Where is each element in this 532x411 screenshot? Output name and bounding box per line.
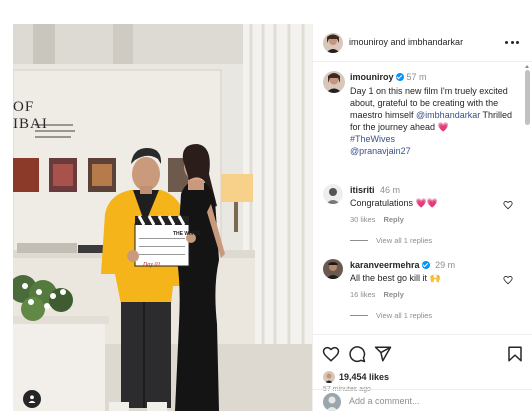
caption-username-row: imouniroy 57 m bbox=[350, 72, 427, 82]
view-replies-button[interactable]: View all 1 replies bbox=[350, 236, 432, 245]
comment-username[interactable]: karanveermehra bbox=[350, 260, 420, 270]
clapper-day: Day 01 bbox=[143, 262, 161, 268]
page-margin bbox=[0, 0, 13, 411]
reply-button[interactable]: Reply bbox=[383, 290, 403, 299]
caption-username[interactable]: imouniroy bbox=[350, 72, 394, 82]
avatar[interactable] bbox=[323, 259, 343, 279]
verified-icon bbox=[395, 73, 404, 81]
likes-count[interactable]: 19,454 likes bbox=[339, 372, 389, 382]
user-tag-icon[interactable] bbox=[23, 390, 41, 408]
mention-link[interactable]: @pranavjain27 bbox=[350, 146, 411, 156]
avatar bbox=[323, 371, 335, 383]
reply-button[interactable]: Reply bbox=[383, 215, 403, 224]
avatar[interactable] bbox=[323, 33, 343, 53]
comments-list: imouniroy 57 m Day 1 on this new film I'm… bbox=[313, 64, 532, 334]
comment-time[interactable]: 29 m bbox=[435, 260, 455, 270]
wall-title-line2: IBAI bbox=[13, 116, 48, 132]
pink-heart-emoji: 💗💗 bbox=[415, 198, 438, 208]
caption-time[interactable]: 57 m bbox=[407, 72, 427, 82]
avatar[interactable] bbox=[323, 71, 345, 93]
mention-link[interactable]: @imbhandarkar bbox=[416, 110, 480, 120]
pink-heart-emoji: 💗 bbox=[437, 122, 449, 132]
comment-likes[interactable]: 16 likes bbox=[350, 290, 375, 299]
comment-likes[interactable]: 30 likes bbox=[350, 215, 375, 224]
comment-body: All the best go kill it bbox=[350, 273, 430, 283]
comment-text: All the best go kill it 🙌 bbox=[350, 273, 441, 284]
likes-row: 19,454 likes bbox=[323, 370, 389, 384]
comment-username-row: karanveermehra 29 m bbox=[350, 260, 455, 270]
comment-username-row: itisriti 46 m bbox=[350, 185, 400, 195]
view-replies-label[interactable]: View all 1 replies bbox=[376, 311, 432, 320]
view-replies-label[interactable]: View all 1 replies bbox=[376, 236, 432, 245]
hashtag-link[interactable]: #TheWives bbox=[350, 134, 395, 144]
comment-username[interactable]: itisriti bbox=[350, 185, 375, 195]
post-side-panel: imouniroy and imbhandarkar imouniroy 57 m… bbox=[312, 24, 532, 411]
avatar bbox=[323, 393, 341, 411]
more-icon[interactable] bbox=[505, 41, 519, 45]
add-comment-bar bbox=[313, 389, 532, 411]
bookmark-icon[interactable] bbox=[506, 345, 524, 363]
view-replies-button[interactable]: View all 1 replies bbox=[350, 311, 432, 320]
photo-scene bbox=[13, 24, 312, 411]
post-header-title[interactable]: imouniroy and imbhandarkar bbox=[349, 37, 463, 47]
add-comment-input[interactable] bbox=[349, 394, 519, 408]
wall-title-text: OF IBAI bbox=[13, 99, 48, 133]
heart-icon[interactable] bbox=[503, 200, 513, 210]
post-actions: 19,454 likes 57 minutes ago bbox=[313, 334, 532, 411]
raised-hands-emoji: 🙌 bbox=[429, 273, 441, 283]
comment-body: Congratulations bbox=[350, 198, 416, 208]
verified-icon bbox=[421, 261, 430, 269]
comment-text: Congratulations 💗💗 bbox=[350, 198, 438, 209]
caption-text: Day 1 on this new film I'm truely excite… bbox=[350, 85, 520, 157]
post-header: imouniroy and imbhandarkar bbox=[313, 24, 532, 62]
comment-meta: 30 likes Reply bbox=[350, 215, 404, 224]
avatar[interactable] bbox=[323, 184, 343, 204]
wall-title-line1: OF bbox=[13, 99, 35, 115]
comment-icon[interactable] bbox=[348, 345, 366, 363]
heart-icon[interactable] bbox=[503, 275, 513, 285]
clapper-title: THE WIVES bbox=[173, 231, 201, 237]
heart-icon[interactable] bbox=[322, 345, 340, 363]
comment-meta: 16 likes Reply bbox=[350, 290, 404, 299]
comment-time[interactable]: 46 m bbox=[380, 185, 400, 195]
post-photo[interactable]: OF IBAI THE WIVES Day 01 bbox=[13, 24, 312, 411]
share-icon[interactable] bbox=[374, 345, 392, 363]
